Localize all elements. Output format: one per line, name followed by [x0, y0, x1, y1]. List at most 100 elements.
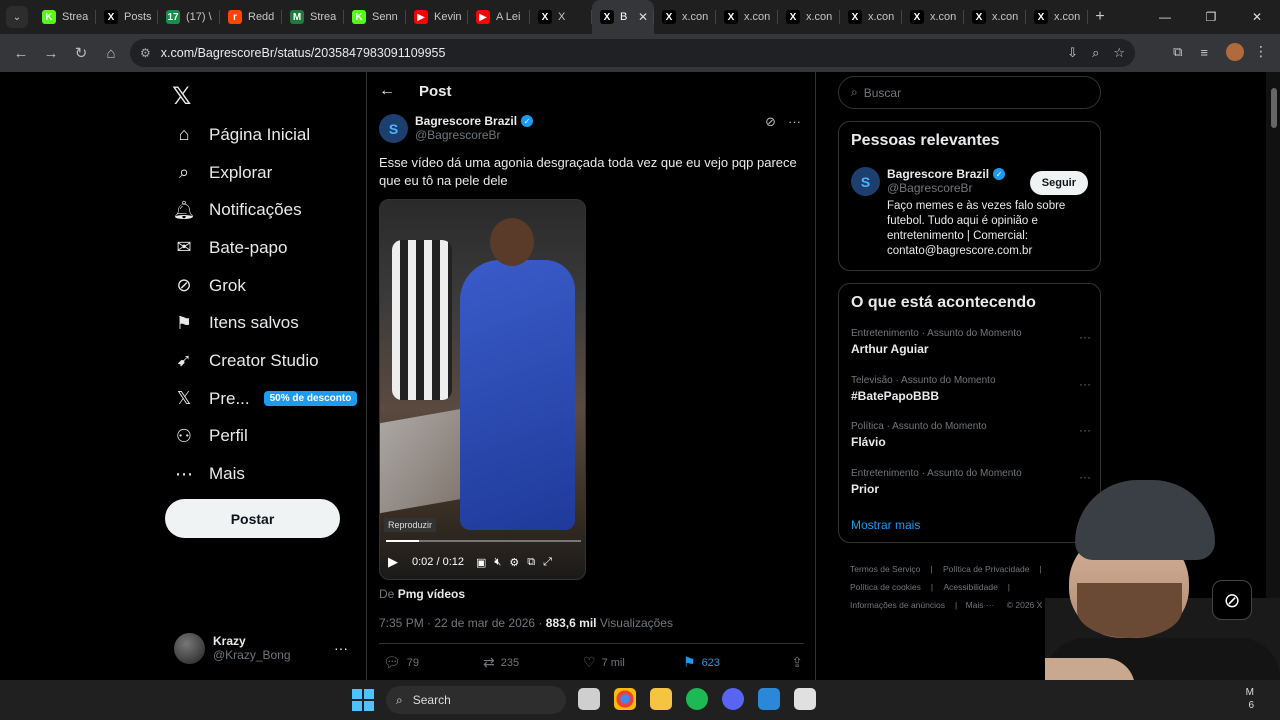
file-explorer-icon[interactable] — [650, 688, 672, 710]
video-source-link[interactable]: Pmg vídeos — [398, 587, 465, 601]
x-logo[interactable]: 𝕏 — [172, 82, 191, 111]
reload-icon[interactable]: ↻ — [66, 38, 96, 68]
browser-tab[interactable]: r Redd — [220, 0, 282, 34]
mute-icon[interactable]: 🔇︎ — [494, 556, 501, 569]
video-progress-bar[interactable] — [386, 540, 581, 542]
post-timestamp[interactable]: 7:35 PM · 22 de mar de 2026 · — [379, 616, 542, 630]
trend-item[interactable]: Política · Assunto do Momento Flávio ··· — [851, 421, 1091, 449]
sidebar-item-bookmarks[interactable]: ⚑ Itens salvos — [172, 304, 357, 342]
new-tab-button[interactable]: + — [1088, 8, 1112, 26]
sidebar-item-grok[interactable]: ⊘ Grok — [172, 267, 357, 305]
reply-button[interactable]: 💬︎ 79 — [383, 654, 483, 671]
show-more-link[interactable]: Mostrar mais — [851, 518, 920, 532]
browser-tab[interactable]: 17 (17) \ — [158, 0, 220, 34]
pip-icon[interactable]: ⧉ — [527, 556, 535, 569]
install-icon[interactable]: ⇩ — [1067, 45, 1078, 61]
author-name[interactable]: Bagrescore Brazil — [415, 114, 517, 128]
video-player[interactable]: Reproduzir ▶ 0:02 / 0:12 ▣ 🔇︎ ⚙ ⧉ ⤢ — [379, 199, 586, 580]
sidebar-item-explore[interactable]: ⌕ Explorar — [172, 154, 357, 192]
trend-item[interactable]: Televisão · Assunto do Momento #BatePapoB… — [851, 375, 1091, 403]
browser-tab[interactable]: ▶ A Lei — [468, 0, 530, 34]
chrome-profile-avatar[interactable] — [1226, 43, 1244, 61]
footer-link[interactable]: Política de Privacidade — [943, 564, 1029, 574]
scrollbar-thumb[interactable] — [1271, 88, 1277, 128]
like-button[interactable]: ♡ 7 mil — [583, 654, 683, 671]
sidebar-item-more[interactable]: ⋯ Mais — [172, 455, 357, 493]
relevant-user-name[interactable]: Bagrescore Brazil — [887, 167, 989, 181]
follow-button[interactable]: Seguir — [1029, 171, 1088, 195]
forward-icon[interactable]: → — [36, 38, 66, 68]
search-input[interactable]: ⌕ Buscar — [838, 76, 1101, 109]
captions-icon[interactable]: ▣ — [476, 556, 486, 569]
repost-button[interactable]: ⇄ 235 — [483, 654, 583, 671]
more-icon[interactable]: ··· — [788, 114, 801, 130]
avatar[interactable]: S — [851, 167, 880, 196]
more-icon[interactable]: ··· — [1079, 377, 1091, 391]
more-icon[interactable]: ··· — [1079, 423, 1091, 437]
app-icon[interactable] — [794, 688, 816, 710]
sidebar-item-premium[interactable]: 𝕏 Pre... 50% de desconto — [172, 380, 358, 418]
task-view-icon[interactable] — [578, 688, 600, 710]
more-icon[interactable]: ··· — [1079, 330, 1091, 344]
footer-link[interactable]: Política de cookies — [850, 582, 921, 592]
sidebar-item-chat[interactable]: ✉ Bate-papo — [172, 229, 357, 267]
share-button[interactable]: ⇪ — [791, 654, 803, 671]
browser-tab[interactable]: Xx.con — [840, 0, 902, 34]
zoom-icon[interactable]: ⌕ — [1092, 45, 1099, 61]
bookmark-star-icon[interactable]: ☆ — [1113, 45, 1125, 61]
browser-tab[interactable]: K Senn — [344, 0, 406, 34]
browser-tab[interactable]: K Strea — [34, 0, 96, 34]
bookmark-button[interactable]: ⚑ 623 — [683, 654, 783, 671]
account-switcher[interactable]: Krazy @Krazy_Bong ··· — [174, 631, 354, 665]
browser-tab[interactable]: ▶ Kevin — [406, 0, 468, 34]
footer-link[interactable]: Mais ··· — [966, 600, 995, 610]
play-icon[interactable]: ▶ — [388, 554, 398, 570]
browser-tab[interactable]: M Strea — [282, 0, 344, 34]
trend-item[interactable]: Entretenimento · Assunto do Momento Arthu… — [851, 328, 1091, 356]
discord-icon[interactable] — [722, 688, 744, 710]
tab-close-icon[interactable]: ✕ — [638, 10, 648, 24]
author-avatar[interactable]: S — [379, 114, 408, 143]
home-icon[interactable]: ⌂ — [96, 38, 126, 68]
grok-floating-icon[interactable]: ⊘ — [1212, 580, 1252, 620]
minimize-icon[interactable]: — — [1142, 0, 1188, 34]
site-info-icon[interactable]: ⚙ — [140, 46, 151, 60]
maximize-icon[interactable]: ❐ — [1188, 0, 1234, 34]
browser-tab[interactable]: XX — [530, 0, 592, 34]
photos-icon[interactable] — [758, 688, 780, 710]
browser-tab[interactable]: Xx.con — [1026, 0, 1088, 34]
premium-discount-badge[interactable]: 50% de desconto — [263, 391, 358, 407]
sidebar-item-profile[interactable]: ⚇ Perfil — [172, 418, 357, 456]
browser-tab[interactable]: Xx.con — [964, 0, 1026, 34]
back-arrow-icon[interactable]: ← — [379, 82, 395, 100]
fullscreen-icon[interactable]: ⤢ — [543, 556, 552, 569]
footer-link[interactable]: Termos de Serviço — [850, 564, 920, 574]
browser-tab[interactable]: Xx.con — [716, 0, 778, 34]
browser-tab[interactable]: X B ✕ — [592, 0, 654, 34]
grok-icon[interactable]: ⊘ — [765, 114, 776, 130]
browser-tab[interactable]: Xx.con — [654, 0, 716, 34]
tab-search-icon[interactable]: ⌄ — [6, 6, 28, 28]
media-icon[interactable]: ≡ — [1200, 45, 1208, 60]
browser-tab[interactable]: Xx.con — [902, 0, 964, 34]
sidebar-item-home[interactable]: ⌂ Página Inicial — [172, 116, 357, 154]
chrome-icon[interactable] — [614, 688, 636, 710]
settings-icon[interactable]: ⚙ — [509, 556, 519, 569]
close-window-icon[interactable]: ✕ — [1234, 0, 1280, 34]
footer-link[interactable]: Informações de anúncios — [850, 600, 945, 610]
spotify-icon[interactable] — [686, 688, 708, 710]
back-icon[interactable]: ← — [6, 38, 36, 68]
browser-tab[interactable]: X Posts — [96, 0, 158, 34]
taskbar-search[interactable]: ⌕ Search — [386, 686, 566, 714]
post-author[interactable]: S Bagrescore Brazil ✓ @BagrescoreBr — [379, 114, 534, 143]
address-bar[interactable]: ⚙ x.com/BagrescoreBr/status/203584798309… — [130, 39, 1135, 67]
sidebar-item-creator-studio[interactable]: ➹ Creator Studio — [172, 342, 357, 380]
more-icon[interactable]: ··· — [334, 640, 348, 656]
post-button[interactable]: Postar — [165, 499, 340, 538]
windows-start-icon[interactable] — [352, 689, 374, 711]
extensions-icon[interactable]: ⧉ — [1173, 44, 1182, 60]
footer-link[interactable]: Acessibilidade — [943, 582, 997, 592]
browser-tab[interactable]: Xx.con — [778, 0, 840, 34]
sidebar-item-notifications[interactable]: 🔔︎ Notificações — [172, 191, 357, 229]
chrome-menu-icon[interactable]: ⋮ — [1254, 43, 1268, 60]
